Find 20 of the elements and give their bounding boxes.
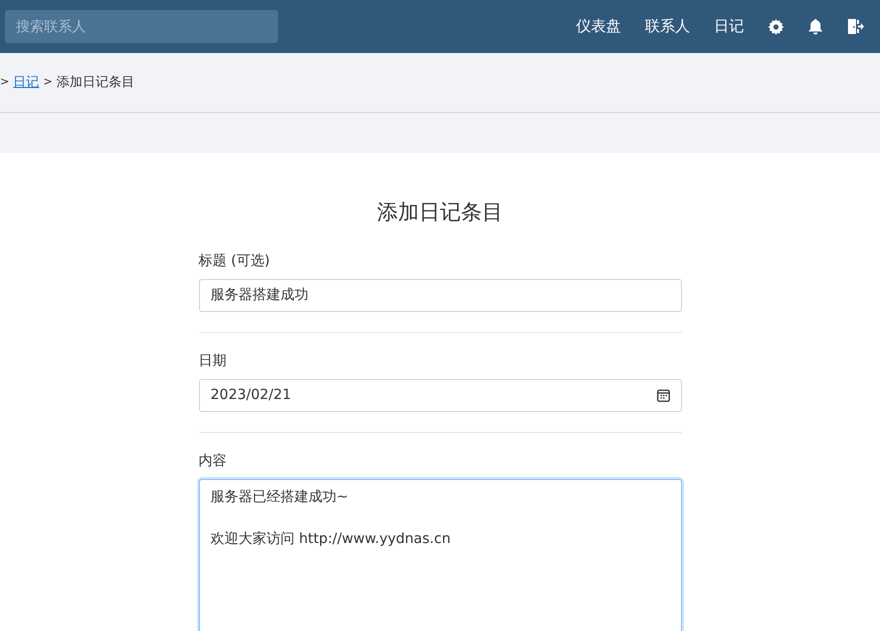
calendar-icon[interactable] [656, 388, 670, 402]
breadcrumb-link[interactable]: 日记 [13, 72, 40, 92]
door-exit-icon[interactable] [847, 18, 864, 35]
breadcrumb-current: 添加日记条目 [56, 74, 134, 92]
nav-link[interactable]: 日记 [714, 15, 744, 38]
bell-icon[interactable] [808, 18, 823, 34]
settings-icon[interactable] [768, 18, 784, 34]
form-title: 添加日记条目 [376, 199, 504, 226]
search-field[interactable]: 搜索联系人 [5, 10, 278, 43]
field-label: 标题 (可选) [198, 252, 271, 270]
breadcrumb-separator: > [0, 74, 10, 90]
date-value: 2023/02/21 [210, 386, 292, 404]
breadcrumb-separator: > [43, 74, 52, 90]
field-label: 内容 [198, 452, 228, 470]
field-label: 日期 [198, 352, 228, 370]
nav-link[interactable]: 仪表盘 [576, 15, 621, 38]
nav-link[interactable]: 联系人 [645, 15, 690, 38]
title-field[interactable]: 服务器搭建成功 [198, 278, 682, 312]
content-textarea[interactable]: 服务器已经搭建成功~ 欢迎大家访问 http://www.yydnas.cn [198, 478, 682, 631]
date-field[interactable]: 2023/02/21 [198, 378, 682, 412]
